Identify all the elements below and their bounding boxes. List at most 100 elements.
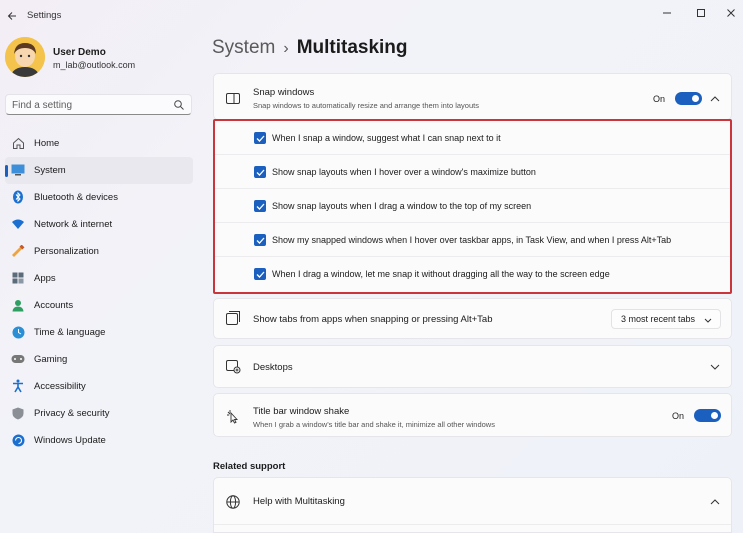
bluetooth-icon	[11, 190, 25, 204]
sidebar-item-windows-update[interactable]: Windows Update	[5, 427, 193, 454]
system-icon	[11, 163, 25, 177]
accounts-icon	[11, 298, 25, 312]
sidebar-item-label: Privacy & security	[34, 408, 110, 419]
page-title: Multitasking	[296, 37, 408, 58]
sidebar-item-privacy[interactable]: Privacy & security	[5, 400, 193, 427]
snap-windows-description: Snap windows to automatically resize and…	[253, 101, 479, 110]
maximize-button[interactable]	[686, 4, 716, 22]
chevron-up-icon[interactable]	[709, 93, 721, 105]
wifi-icon	[11, 217, 25, 231]
snap-windows-toggle[interactable]	[675, 92, 702, 105]
search-icon[interactable]	[173, 99, 185, 111]
snap-option-row[interactable]: Show snap layouts when I hover over a wi…	[215, 155, 730, 189]
close-button[interactable]	[716, 4, 743, 22]
apps-icon	[11, 271, 25, 285]
help-multitasking-title: Help with Multitasking	[253, 496, 345, 507]
close-icon	[727, 9, 735, 17]
back-button[interactable]	[4, 8, 20, 24]
shield-icon	[11, 406, 25, 420]
snap-option-row[interactable]: Show my snapped windows when I hover ove…	[215, 223, 730, 257]
chevron-down-icon	[702, 314, 714, 326]
sidebar-item-label: System	[34, 165, 66, 176]
snap-option-label: Show my snapped windows when I hover ove…	[272, 235, 672, 245]
breadcrumb-parent[interactable]: System	[212, 37, 275, 58]
divider	[214, 524, 731, 525]
sidebar-item-label: Gaming	[34, 354, 68, 365]
search-box[interactable]	[5, 94, 192, 115]
sidebar-item-label: Accounts	[34, 300, 74, 311]
avatar[interactable]	[5, 37, 45, 77]
snap-windows-card[interactable]: Snap windows Snap windows to automatical…	[213, 73, 732, 120]
sidebar-item-bluetooth[interactable]: Bluetooth & devices	[5, 184, 193, 211]
sidebar-item-label: Accessibility	[34, 381, 86, 392]
app-title: Settings	[27, 10, 62, 21]
sidebar-item-accounts[interactable]: Accounts	[5, 292, 193, 319]
update-icon	[11, 433, 25, 447]
toggle-knob	[711, 412, 718, 419]
sidebar-item-personalization[interactable]: Personalization	[5, 238, 193, 265]
sidebar-nav: Home System Bluetooth & devices Network …	[5, 130, 193, 454]
active-indicator	[5, 165, 8, 177]
snap-option-row[interactable]: Show snap layouts when I drag a window t…	[215, 189, 730, 223]
title-bar-shake-card: Title bar window shake When I grab a win…	[213, 393, 732, 437]
snap-windows-title: Snap windows	[253, 87, 315, 98]
sidebar-item-time-language[interactable]: Time & language	[5, 319, 193, 346]
snap-option-row[interactable]: When I snap a window, suggest what I can…	[215, 121, 730, 155]
title-bar-shake-description: When I grab a window's title bar and sha…	[253, 420, 495, 429]
minimize-button[interactable]	[652, 4, 682, 22]
user-avatar-icon	[5, 37, 45, 77]
desktops-title: Desktops	[253, 362, 293, 373]
snap-option-checkbox[interactable]	[254, 268, 266, 280]
arrow-left-icon	[7, 12, 16, 20]
snap-option-row[interactable]: When I drag a window, let me snap it wit…	[215, 257, 730, 291]
desktops-card[interactable]: Desktops	[213, 345, 732, 388]
sidebar-item-system[interactable]: System	[5, 157, 193, 184]
snap-option-checkbox[interactable]	[254, 166, 266, 178]
search-input[interactable]	[12, 98, 172, 112]
related-support-heading: Related support	[213, 461, 286, 472]
checkmark-icon	[256, 169, 264, 176]
gamepad-icon	[11, 352, 25, 366]
maximize-icon	[697, 9, 705, 17]
sidebar-item-label: Bluetooth & devices	[34, 192, 118, 203]
sidebar-item-home[interactable]: Home	[5, 130, 193, 157]
sidebar-item-label: Windows Update	[34, 435, 106, 446]
dropdown-value: 3 most recent tabs	[621, 314, 696, 324]
brush-icon	[11, 244, 25, 258]
user-name: User Demo	[53, 47, 106, 58]
checkmark-icon	[256, 271, 264, 278]
snap-option-checkbox[interactable]	[254, 234, 266, 246]
checkmark-icon	[256, 135, 264, 142]
snap-option-checkbox[interactable]	[254, 200, 266, 212]
chevron-up-icon[interactable]	[709, 496, 721, 508]
user-email: m_lab@outlook.com	[53, 60, 136, 70]
snap-windows-icon	[225, 90, 241, 106]
sidebar-item-apps[interactable]: Apps	[5, 265, 193, 292]
chevron-down-icon[interactable]	[709, 361, 721, 373]
checkmark-icon	[256, 237, 264, 244]
tabs-count-dropdown[interactable]: 3 most recent tabs	[611, 309, 721, 329]
shake-cursor-icon	[225, 408, 241, 424]
snap-option-checkbox[interactable]	[254, 132, 266, 144]
help-multitasking-card[interactable]: Help with Multitasking	[213, 477, 732, 533]
sidebar-item-label: Personalization	[34, 246, 99, 257]
accessibility-icon	[11, 379, 25, 393]
title-bar: Settings	[0, 0, 743, 30]
globe-clock-icon	[11, 325, 25, 339]
toggle-knob	[692, 95, 699, 102]
sidebar-item-label: Network & internet	[34, 219, 113, 230]
sidebar-item-gaming[interactable]: Gaming	[5, 346, 193, 373]
snap-options-panel: When I snap a window, suggest what I can…	[213, 119, 732, 294]
breadcrumb: System › Multitasking	[212, 37, 408, 59]
globe-icon	[225, 494, 241, 510]
snap-option-label: Show snap layouts when I hover over a wi…	[272, 167, 536, 177]
sidebar-item-accessibility[interactable]: Accessibility	[5, 373, 193, 400]
breadcrumb-separator: ›	[283, 40, 289, 57]
show-tabs-title: Show tabs from apps when snapping or pre…	[253, 314, 493, 325]
desktops-icon	[225, 359, 241, 375]
sidebar-item-label: Home	[34, 138, 60, 149]
title-bar-shake-toggle[interactable]	[694, 409, 721, 422]
title-bar-shake-title: Title bar window shake	[253, 406, 350, 417]
sidebar-item-label: Apps	[34, 273, 56, 284]
sidebar-item-network[interactable]: Network & internet	[5, 211, 193, 238]
